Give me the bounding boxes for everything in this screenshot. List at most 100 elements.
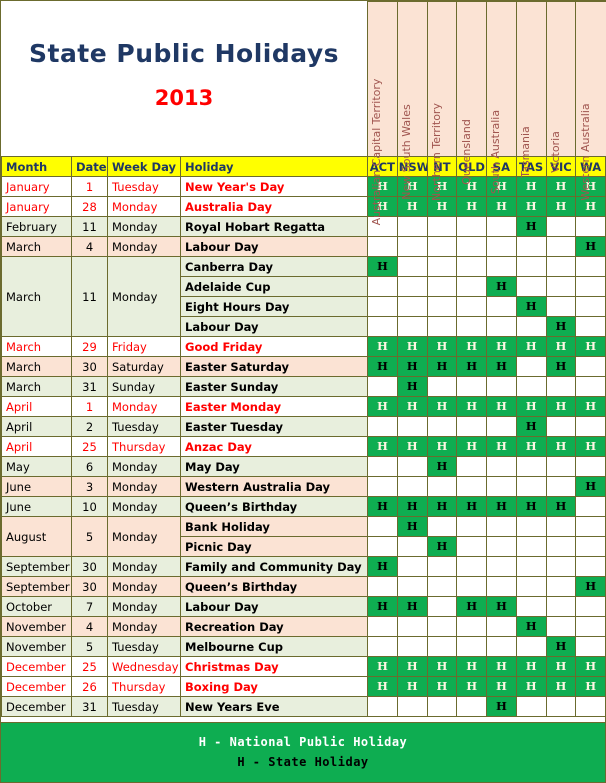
table-row: April 2 Tuesday Easter Tuesday H	[1, 416, 606, 437]
cell-month: March	[1, 236, 72, 257]
cell-date: 1	[71, 396, 108, 417]
cell-holiday-qld	[456, 216, 487, 237]
table-row: March 30 Saturday Easter Saturday H H H H H H	[1, 356, 606, 377]
cell-holiday-vic	[545, 476, 577, 497]
state-vertical-header-qld: Queensland	[457, 1, 487, 185]
cell-holiday-nsw: H	[396, 676, 428, 697]
cell-holiday-nt	[426, 476, 458, 497]
cell-holiday-tas: H	[515, 436, 547, 457]
cell-holiday-name: Western Australia Day	[180, 476, 368, 497]
cell-holiday-wa: H	[575, 336, 606, 357]
cell-holiday-wa	[575, 416, 606, 437]
cell-holiday-wa	[575, 636, 606, 657]
cell-month: January	[1, 196, 72, 217]
cell-holiday-sa	[486, 216, 517, 237]
cell-holiday-tas	[515, 536, 547, 557]
cell-weekday: Tuesday	[107, 696, 181, 717]
cell-holiday-vic	[545, 236, 577, 257]
table-row: December 25 Wednesday Christmas Day H H H H H H H H	[1, 656, 606, 677]
cell-date: 29	[71, 336, 108, 357]
cell-weekday: Monday	[107, 476, 181, 497]
legend-band: H - National Public Holiday H - State Ho…	[1, 722, 605, 782]
cell-holiday-name: Easter Sunday	[180, 376, 368, 397]
state-full-name-label: Australian Capital Territory	[370, 78, 384, 226]
cell-holiday-act	[367, 456, 398, 477]
table-row: November 4 Monday Recreation Day H	[1, 616, 606, 637]
cell-date: 28	[71, 196, 108, 217]
state-full-name-label: Victoria	[548, 131, 562, 173]
cell-holiday-vic	[545, 456, 577, 477]
cell-holiday-nsw: H	[396, 596, 428, 617]
cell-holiday-name: Bank Holiday	[180, 516, 368, 537]
cell-holiday-wa	[575, 696, 606, 717]
cell-holiday-sa	[486, 476, 517, 497]
cell-holiday-nsw: H	[396, 496, 428, 517]
cell-date: 10	[71, 496, 108, 517]
cell-holiday-name: Queen’s Birthday	[180, 496, 368, 517]
cell-holiday-act: H	[367, 336, 398, 357]
cell-holiday-vic: H	[545, 196, 577, 217]
cell-holiday-name: Easter Monday	[180, 396, 368, 417]
cell-holiday-qld: H	[456, 336, 487, 357]
cell-holiday-wa: H	[575, 476, 606, 497]
cell-holiday-sa	[486, 416, 517, 437]
cell-holiday-qld: H	[456, 196, 487, 217]
cell-month: June	[1, 476, 72, 497]
cell-holiday-act	[367, 416, 398, 437]
cell-holiday-sa	[486, 236, 517, 257]
cell-holiday-nsw	[396, 276, 428, 297]
cell-holiday-sa: H	[486, 656, 517, 677]
cell-holiday-nt	[426, 256, 458, 277]
cell-holiday-qld	[456, 556, 487, 577]
cell-holiday-sa	[486, 456, 517, 477]
cell-month: October	[1, 596, 72, 617]
state-full-name-label: Tasmania	[519, 126, 533, 178]
cell-holiday-sa: H	[486, 696, 517, 717]
cell-holiday-sa	[486, 636, 517, 657]
cell-holiday-tas	[515, 576, 547, 597]
cell-holiday-vic: H	[545, 336, 577, 357]
cell-holiday-nsw	[396, 256, 428, 277]
cell-holiday-qld	[456, 696, 487, 717]
cell-holiday-nsw: H	[396, 656, 428, 677]
state-full-name-label: Queensland	[459, 119, 473, 185]
table-row: April 1 Monday Easter Monday H H H H H H H H	[1, 396, 606, 417]
cell-holiday-name: New Years Eve	[180, 696, 368, 717]
cell-holiday-wa	[575, 216, 606, 237]
state-vertical-header-nsw: New South Wales	[397, 1, 428, 200]
cell-holiday-sa	[486, 316, 517, 337]
table-row: December 26 Thursday Boxing Day H H H H H H H H	[1, 676, 606, 697]
title-banner: State Public Holidays 2013 Australian Ca…	[1, 1, 606, 225]
cell-holiday-nsw	[396, 316, 428, 337]
cell-holiday-wa	[575, 496, 606, 517]
holiday-calendar-page: State Public Holidays 2013 Australian Ca…	[0, 0, 606, 783]
cell-weekday: Thursday	[107, 676, 181, 697]
cell-holiday-act	[367, 696, 398, 717]
table-row: September 30 Monday Family and Community Da…	[1, 556, 606, 577]
cell-holiday-sa: H	[486, 596, 517, 617]
cell-holiday-tas: H	[515, 616, 547, 637]
cell-holiday-wa	[575, 456, 606, 477]
cell-holiday-vic: H	[545, 676, 577, 697]
state-vertical-header-wa: Western Australia	[576, 1, 606, 201]
cell-holiday-vic	[545, 576, 577, 597]
state-full-name-label: South Australia	[489, 109, 503, 195]
cell-weekday: Monday	[107, 556, 181, 577]
cell-holiday-wa: H	[575, 576, 606, 597]
cell-holiday-nt	[426, 236, 458, 257]
cell-holiday-act	[367, 296, 398, 317]
cell-holiday-qld: H	[456, 656, 487, 677]
cell-holiday-tas: H	[515, 196, 547, 217]
cell-holiday-tas: H	[515, 676, 547, 697]
cell-holiday-act: H	[367, 596, 398, 617]
cell-holiday-qld	[456, 376, 487, 397]
cell-holiday-wa	[575, 516, 606, 537]
cell-holiday-nsw	[396, 556, 428, 577]
cell-weekday: Friday	[107, 336, 181, 357]
cell-month: August	[1, 516, 72, 557]
cell-holiday-act	[367, 236, 398, 257]
cell-holiday-nt: H	[426, 676, 458, 697]
cell-holiday-sa	[486, 376, 517, 397]
cell-holiday-act	[367, 516, 398, 537]
cell-holiday-wa: H	[575, 656, 606, 677]
